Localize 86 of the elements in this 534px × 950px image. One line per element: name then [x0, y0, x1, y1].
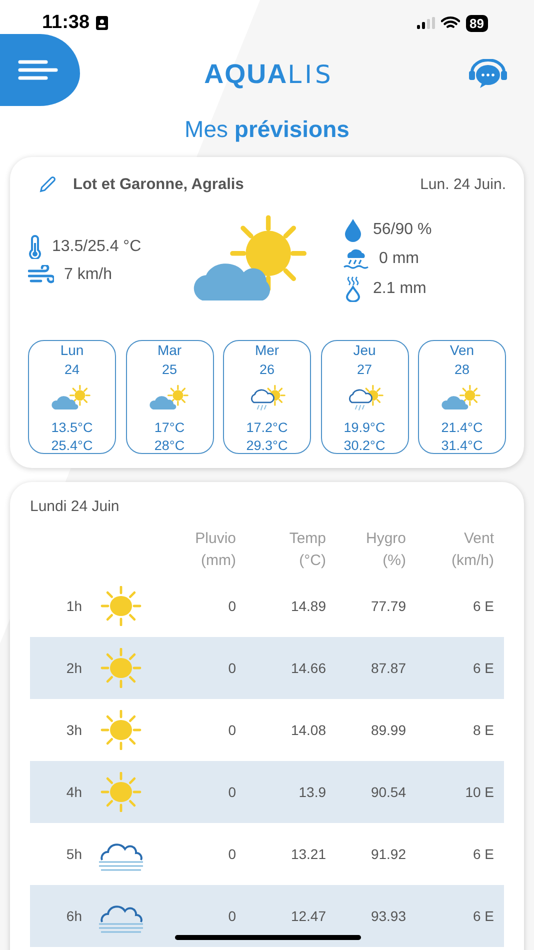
page-title: Mes prévisions: [184, 116, 350, 143]
min-temperature: 19.9°C: [344, 420, 386, 435]
rainfall-cell-text: 0: [227, 660, 237, 676]
max-temperature: 30.2°C: [344, 438, 386, 453]
hour-cell-text: 2h: [65, 660, 83, 676]
day-date: 26: [259, 362, 275, 377]
day-forecast-card[interactable]: Jeu 27 19.9°C 30.2°C: [320, 340, 408, 454]
wind-speed: 7 km/h: [64, 266, 112, 284]
min-temperature: 17°C: [154, 420, 185, 435]
evapotranspiration-value: 2.1 mm: [373, 280, 426, 298]
rainfall-cell-text: 0: [227, 908, 237, 924]
day-name: Ven: [450, 342, 474, 358]
signal-icon: [416, 17, 435, 29]
hour-cell-text: 1h: [65, 598, 83, 614]
max-temperature: 29.3°C: [246, 438, 288, 453]
thermometer-icon: [28, 235, 42, 259]
day-forecast-card[interactable]: Mar 25 17°C 28°C: [126, 340, 214, 454]
day-date: 25: [162, 362, 178, 377]
day-date: 24: [64, 362, 80, 377]
forecast-date: Lun. 24 Juin.: [420, 176, 506, 193]
day-forecast-card[interactable]: Mer 26 17.2°C 29.3°C: [223, 340, 311, 454]
max-temperature: 25.4°C: [51, 438, 93, 453]
day-name: Mer: [254, 342, 280, 358]
day-forecast-card[interactable]: Lun 24 13.5°C 25.4°C: [28, 340, 116, 454]
temperature-range: 13.5/25.4 °C: [52, 238, 142, 256]
rainfall-cell-text: 0: [227, 784, 237, 800]
rainfall-cell-text: 0: [227, 722, 237, 738]
day-name: Mar: [157, 342, 182, 358]
support-chat-icon[interactable]: [468, 59, 508, 89]
temperature-cell-text: 13.21: [290, 846, 327, 862]
menu-icon: [18, 59, 58, 81]
min-temperature: 21.4°C: [441, 420, 483, 435]
day-date: 27: [356, 362, 372, 377]
location-name: Lot et Garonne, Agralis: [73, 176, 245, 194]
humidity-cell-text: 93.93: [370, 908, 407, 924]
sun-icon: [98, 586, 144, 626]
humidity-cell-text: 87.87: [370, 660, 407, 676]
column-header: Temp (°C): [288, 529, 327, 571]
day-date: 28: [454, 362, 470, 377]
column-header: Pluvio (mm): [194, 529, 237, 571]
wind-icon: [28, 265, 54, 285]
sun-icon: [98, 648, 144, 688]
humidity-cell-text: 90.54: [370, 784, 407, 800]
rainfall-cell-text: 0: [227, 598, 237, 614]
app-logo: AQUALIS: [203, 58, 335, 90]
wind-cell-text: 8 E: [472, 722, 495, 738]
rainfall-value: 0 mm: [379, 250, 419, 268]
wind-cell-text: 6 E: [472, 846, 495, 862]
day-name: Lun: [60, 342, 84, 358]
hour-cell-text: 5h: [65, 846, 83, 862]
humidity-value: 56/90 %: [373, 221, 432, 239]
temperature-cell-text: 14.89: [290, 598, 327, 614]
hour-cell-text: 6h: [65, 908, 83, 924]
wind-cell-text: 6 E: [472, 598, 495, 614]
wind-cell-text: 6 E: [472, 660, 495, 676]
max-temperature: 31.4°C: [441, 438, 483, 453]
rainfall-cell-text: 0: [227, 846, 237, 862]
day-name: Jeu: [353, 342, 376, 358]
wind-cell-text: 10 E: [464, 784, 495, 800]
status-time: 11:38: [42, 12, 90, 34]
humidity-cell-text: 77.79: [370, 598, 407, 614]
temperature-cell-text: 14.08: [290, 722, 327, 738]
water-drop-icon: [343, 218, 363, 242]
wifi-icon: [440, 16, 460, 30]
menu-button[interactable]: [0, 34, 80, 106]
sun-icon: [98, 710, 144, 750]
wind-cell-text: 6 E: [472, 908, 495, 924]
temperature-cell-text: 13.9: [298, 784, 327, 800]
contact-card-icon: [96, 16, 108, 30]
hour-cell-text: 3h: [65, 722, 83, 738]
hour-cell-text: 4h: [65, 784, 83, 800]
temperature-cell-text: 12.47: [290, 908, 327, 924]
hourly-title: Lundi 24 Juin: [30, 498, 120, 515]
pencil-icon[interactable]: [38, 175, 57, 194]
evaporation-drop-icon: [343, 276, 363, 302]
min-temperature: 17.2°C: [246, 420, 288, 435]
sun-icon: [98, 772, 144, 812]
max-temperature: 28°C: [154, 438, 185, 453]
min-temperature: 13.5°C: [51, 420, 93, 435]
column-header: Vent (km/h): [450, 529, 495, 571]
humidity-cell-text: 91.92: [370, 846, 407, 862]
day-forecast-card[interactable]: Ven 28 21.4°C 31.4°C: [418, 340, 506, 454]
rain-cloud-icon: [343, 248, 369, 270]
column-header: Hygro (%): [364, 529, 407, 571]
humidity-cell-text: 89.99: [370, 722, 407, 738]
temperature-cell-text: 14.66: [290, 660, 327, 676]
